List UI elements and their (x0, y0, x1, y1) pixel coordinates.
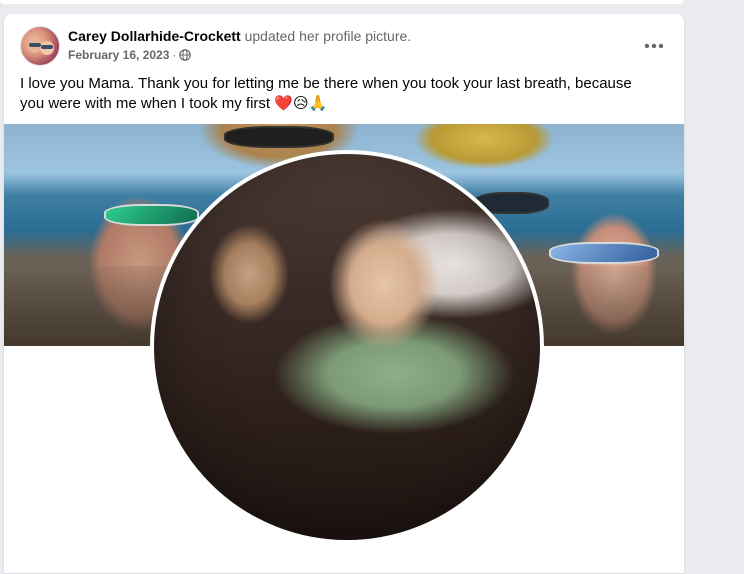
post-message: I love you Mama. Thank you for letting m… (20, 74, 660, 114)
date-separator: · (172, 48, 177, 62)
post-header: Carey Dollarhide-Crockett updated her pr… (20, 26, 668, 70)
author-line: Carey Dollarhide-Crockett updated her pr… (68, 28, 411, 44)
cover-photo-sunglasses-left (104, 204, 199, 226)
author-name[interactable]: Carey Dollarhide-Crockett (68, 28, 241, 44)
post-action-text: updated her profile picture. (244, 28, 412, 44)
cover-photo-sunglasses-center (224, 126, 334, 148)
cover-photo-sunglasses-right (549, 242, 659, 264)
previous-card-edge (0, 0, 684, 4)
profile-picture[interactable] (150, 150, 544, 544)
post-meta: February 16, 2023 · (68, 48, 192, 62)
post-emojis: ❤️😥🙏 (274, 95, 328, 112)
globe-icon[interactable] (179, 49, 192, 61)
author-avatar[interactable] (20, 26, 60, 66)
post-card: Carey Dollarhide-Crockett updated her pr… (4, 14, 684, 574)
more-options-button[interactable] (636, 28, 672, 64)
post-date[interactable]: February 16, 2023 (68, 48, 169, 62)
more-options-icon (644, 43, 664, 49)
